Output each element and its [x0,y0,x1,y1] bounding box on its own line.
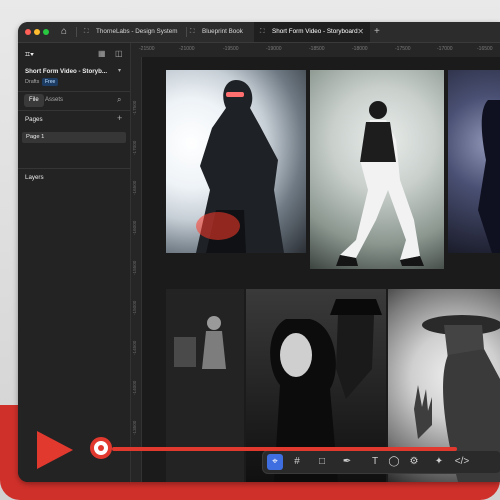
close-window-button[interactable] [25,29,31,35]
divider [18,110,130,111]
bottom-toolbar: ⌖ # □ ✒ T ◯ ⚙ ✦ </> [262,450,500,474]
layers-header: Layers [25,174,44,181]
home-icon[interactable]: ⌂ [58,26,70,38]
plan-badge: Free [42,78,59,86]
figure-illustration [166,289,244,482]
ruler-tick: -15500 [132,260,137,275]
ruler-tick: -16000 [132,220,137,235]
grid-view-icon[interactable]: ▦ [98,49,106,58]
ruler-tick: -19500 [223,46,239,52]
close-icon[interactable]: ✕ [357,22,364,42]
figma-menu-icon[interactable]: ⌗▾ [25,49,34,60]
tab-label: ThorneLabs - Design System [96,28,178,35]
frame-tool-icon[interactable]: # [289,454,305,470]
tab-label: Short Form Video - Storyboard [272,28,358,35]
ruler-tick: -18000 [352,46,368,52]
text-tool-icon[interactable]: T [367,454,383,470]
ruler-tick: -15000 [132,300,137,315]
ruler-tick: -14000 [132,380,137,395]
figure-illustration [478,100,500,253]
ruler-tick: -13500 [132,420,137,435]
tab-blueprint-book[interactable]: ⛶ Blueprint Book [190,22,260,42]
tab-divider [76,27,77,37]
progress-knob[interactable] [90,437,112,459]
search-icon[interactable]: ⌕ [117,95,121,105]
tab-thornelabs[interactable]: ⛶ ThorneLabs - Design System [84,22,194,42]
ruler-tick: -17500 [395,46,411,52]
storyboard-frame-4[interactable] [166,289,244,482]
pages-header: Pages [25,116,43,123]
divider [18,168,130,169]
ruler-left: -17500 -17000 -16500 -16000 -15500 -1500… [131,57,142,482]
tab-assets[interactable]: Assets [45,97,63,103]
sidebar-toggle-icon[interactable]: ◫ [115,49,123,58]
tab-file[interactable]: File [24,94,44,107]
page-item-1[interactable]: Page 1 [26,134,44,140]
tab-divider [186,27,187,37]
chevron-down-icon[interactable]: ▾ [118,67,121,74]
ai-tool-icon[interactable]: ✦ [431,454,447,470]
comment-tool-icon[interactable]: ◯ [386,454,402,470]
figure-illustration [336,101,424,266]
figma-file-icon: ⛶ [190,28,195,35]
minimize-window-button[interactable] [34,29,40,35]
ruler-top: -21500 -21000 -19500 -19000 -18500 -1800… [131,43,500,58]
ruler-tick: -14500 [132,340,137,355]
tab-label: Blueprint Book [202,28,243,35]
ruler-tick: -21500 [139,46,155,52]
left-panel: ⌗▾ ▦ ◫ Short Form Video - Storyb... ▾ Dr… [18,43,131,482]
add-page-icon[interactable]: + [117,113,122,123]
figure-illustration [196,80,284,253]
storyboard-frame-3[interactable] [448,70,500,253]
ruler-tick: -18500 [309,46,325,52]
ruler-tick: -16500 [132,180,137,195]
dev-mode-tool-icon[interactable]: </> [454,454,470,470]
title-bar: ⌂ ⛶ ThorneLabs - Design System ⛶ Blueprint… [18,22,500,43]
plus-icon[interactable]: + [374,22,380,42]
file-title[interactable]: Short Form Video - Storyb... [25,68,107,75]
storyboard-frame-2[interactable] [310,70,444,269]
ruler-tick: -16500 [477,46,493,52]
ruler-tick: -21000 [179,46,195,52]
pen-tool-icon[interactable]: ✒ [339,454,355,470]
ruler-tick: -17500 [132,100,137,115]
figma-file-icon: ⛶ [84,28,89,35]
divider [18,91,130,92]
ruler-tick: -17000 [437,46,453,52]
progress-bar[interactable] [112,447,457,451]
maximize-window-button[interactable] [43,29,49,35]
figma-window: ⌂ ⛶ ThorneLabs - Design System ⛶ Blueprint… [18,22,500,482]
figma-file-icon: ⛶ [260,28,265,35]
play-icon[interactable] [37,431,73,469]
file-location[interactable]: Drafts [25,79,39,85]
rectangle-tool-icon[interactable]: □ [314,454,330,470]
tab-short-form-video[interactable]: ⛶ Short Form Video - Storyboard ✕ [254,22,370,42]
actions-tool-icon[interactable]: ⚙ [406,454,422,470]
ruler-tick: -19000 [266,46,282,52]
ruler-tick: -17000 [132,140,137,155]
move-tool-icon[interactable]: ⌖ [267,454,283,470]
storyboard-frame-1[interactable] [166,70,306,253]
canvas[interactable] [142,57,500,482]
